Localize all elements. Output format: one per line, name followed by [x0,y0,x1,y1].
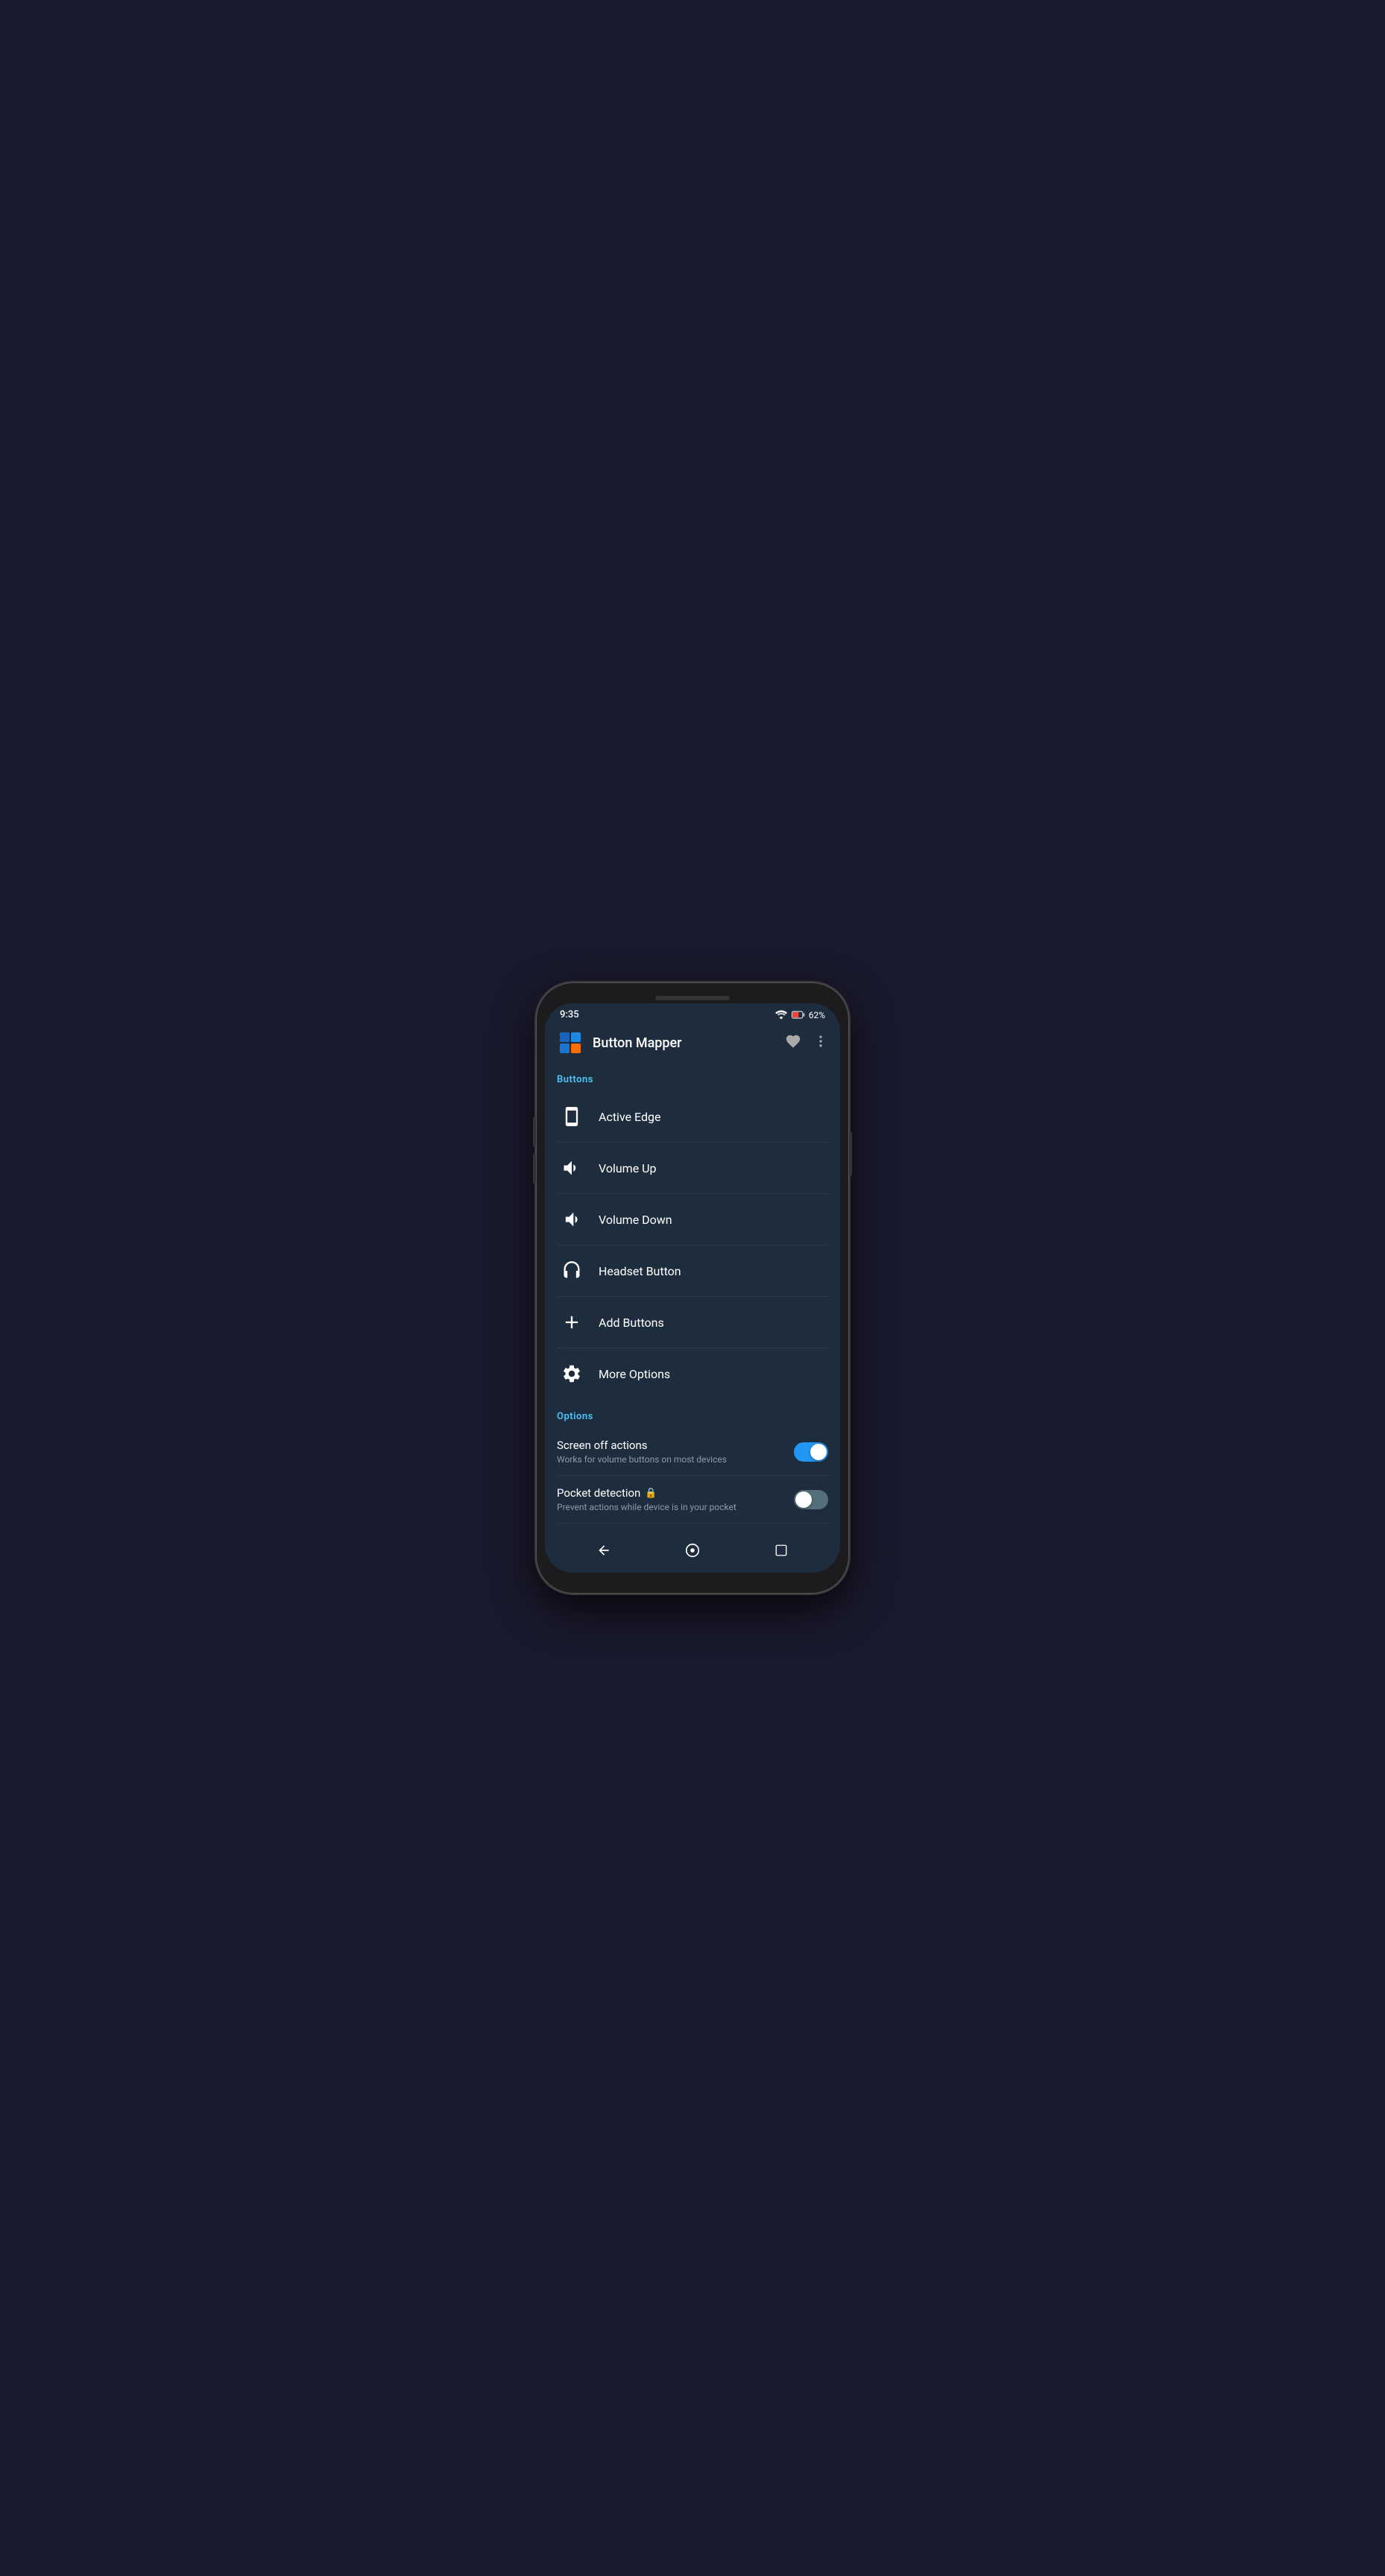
battery-percentage: 62% [809,1010,825,1020]
recents-button[interactable] [766,1535,796,1565]
pocket-detection-subtitle: Prevent actions while device is in your … [557,1502,794,1512]
main-content: Buttons Active Edge Volume Up [545,1062,840,1528]
phone-screen: 9:35 62% [545,1003,840,1573]
pocket-detection-text: Pocket detection 🔒 Prevent actions while… [557,1486,794,1512]
active-edge-item[interactable]: Active Edge [545,1091,840,1142]
app-logo [557,1029,584,1056]
battery-icon [792,1010,805,1020]
volume-down-label: Volume Down [599,1213,672,1227]
volume-up-icon [557,1153,587,1183]
back-button[interactable] [589,1535,619,1565]
volume-down-item[interactable]: Volume Down [545,1194,840,1245]
status-time: 9:35 [560,1009,579,1020]
phone-device: 9:35 62% [536,982,849,1594]
headset-button-label: Headset Button [599,1264,681,1278]
more-options-item[interactable]: More Options [545,1348,840,1399]
screen-off-actions-text: Screen off actions Works for volume butt… [557,1439,794,1465]
active-edge-label: Active Edge [599,1110,660,1124]
add-buttons-icon [557,1307,587,1337]
pocket-detection-item[interactable]: Pocket detection 🔒 Prevent actions while… [545,1476,840,1523]
more-options-icon [557,1359,587,1389]
volume-up-btn[interactable] [533,1117,536,1146]
headset-icon [557,1256,587,1286]
pocket-detection-lock-icon: 🔒 [645,1488,657,1499]
status-bar: 9:35 62% [545,1003,840,1023]
screen-off-actions-toggle[interactable] [794,1442,828,1462]
headset-button-item[interactable]: Headset Button [545,1246,840,1296]
home-button[interactable] [678,1535,707,1565]
volume-down-icon-item [557,1205,587,1234]
nav-bar [545,1528,840,1573]
pocket-detection-title: Pocket detection 🔒 [557,1486,794,1500]
wifi-icon [774,1010,788,1020]
add-buttons-item[interactable]: Add Buttons [545,1297,840,1348]
overflow-menu-button[interactable] [813,1034,828,1052]
screen-off-actions-item[interactable]: Screen off actions Works for volume butt… [545,1428,840,1475]
volume-up-label: Volume Up [599,1161,657,1175]
more-options-label: More Options [599,1367,670,1381]
volume-up-item[interactable]: Volume Up [545,1143,840,1193]
volume-down-btn[interactable] [533,1154,536,1184]
app-bar-actions [785,1033,828,1053]
active-edge-icon [557,1102,587,1131]
screen-off-actions-title: Screen off actions [557,1439,794,1452]
power-btn[interactable] [849,1131,852,1176]
app-title: Button Mapper [593,1035,785,1051]
toggle-thumb-2 [795,1491,812,1508]
options-section-header: Options [545,1399,840,1428]
pocket-detection-toggle[interactable] [794,1490,828,1509]
toggle-thumb [810,1444,827,1460]
screen-off-actions-subtitle: Works for volume buttons on most devices [557,1454,794,1465]
status-icons: 62% [774,1010,825,1020]
speaker [655,996,730,1000]
add-buttons-label: Add Buttons [599,1316,664,1330]
favorite-button[interactable] [785,1033,801,1053]
buttons-section-header: Buttons [545,1062,840,1091]
app-bar: Button Mapper [545,1023,840,1062]
